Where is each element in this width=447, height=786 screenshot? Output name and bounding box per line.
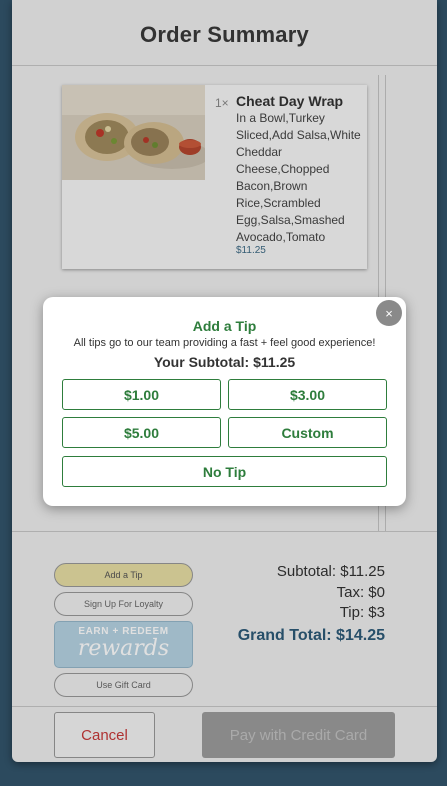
modal-subtitle: All tips go to our team providing a fast… xyxy=(73,337,376,349)
tip-option-3-button[interactable]: $3.00 xyxy=(228,379,387,410)
modal-title: Add a Tip xyxy=(192,318,257,334)
tip-option-1-button[interactable]: $1.00 xyxy=(62,379,221,410)
modal-subtotal: Your Subtotal: $11.25 xyxy=(153,354,296,370)
tip-custom-button[interactable]: Custom xyxy=(228,417,387,448)
no-tip-button[interactable]: No Tip xyxy=(62,456,387,487)
add-tip-modal: × Add a Tip All tips go to our team prov… xyxy=(43,297,406,506)
tip-option-5-button[interactable]: $5.00 xyxy=(62,417,221,448)
